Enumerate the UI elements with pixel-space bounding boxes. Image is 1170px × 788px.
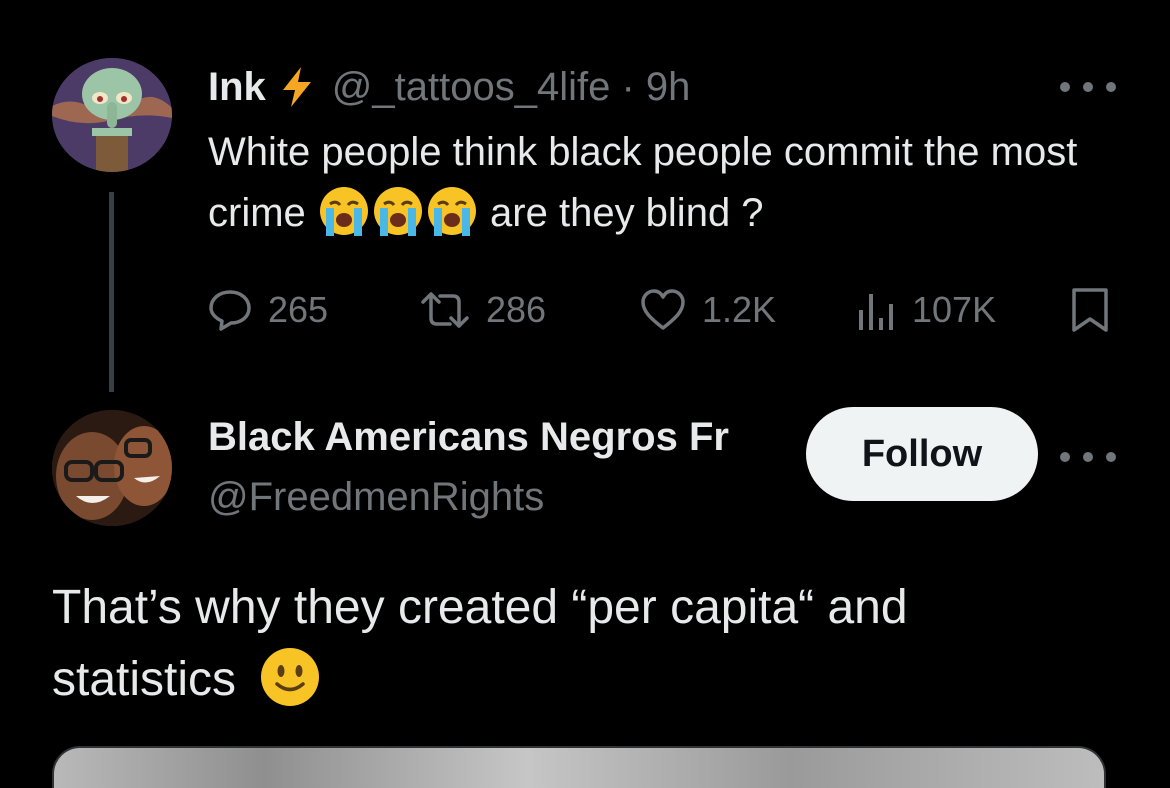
avatar[interactable] <box>52 410 172 526</box>
view-count: 107K <box>912 289 997 330</box>
more-options-icon[interactable] <box>1060 442 1116 472</box>
bookmark-icon <box>1072 288 1108 332</box>
screen: Ink @_tattoos_4life · 9h White people th… <box>0 0 1170 788</box>
loudly-crying-face-icon <box>427 187 476 237</box>
retweet-count: 286 <box>486 289 547 330</box>
media-attachment-preview[interactable] <box>52 746 1106 788</box>
tweet-text: White people think black people commit t… <box>208 122 1148 244</box>
follow-button[interactable]: Follow <box>806 407 1038 501</box>
reply-count: 265 <box>268 289 329 330</box>
author-name[interactable]: Ink <box>208 65 266 110</box>
reply-icon <box>209 290 251 331</box>
tweet-actions-bar: 265 286 1.2K 107K <box>208 280 1108 340</box>
reply-text: That’s why they created “per capita“ and… <box>52 572 1052 716</box>
retweet-button[interactable]: 286 <box>420 280 546 340</box>
reply-author-name[interactable]: Black Americans Negros Fr <box>208 412 788 462</box>
heart-icon <box>641 289 685 330</box>
profile-photo-image <box>52 410 172 526</box>
more-options-icon[interactable] <box>1060 72 1116 102</box>
bookmark-button[interactable] <box>1070 280 1110 340</box>
thread-connector-line <box>109 192 114 392</box>
loudly-crying-face-icon <box>319 187 368 237</box>
like-button[interactable]: 1.2K <box>640 280 776 340</box>
reply-text-body: That’s why they created “per capita“ and… <box>52 581 908 706</box>
retweet-icon <box>421 292 469 328</box>
avatar[interactable] <box>52 58 172 172</box>
tweet-header: Ink @_tattoos_4life · 9h <box>208 62 690 112</box>
handle-and-timestamp[interactable]: @_tattoos_4life · 9h <box>332 65 691 110</box>
lightning-bolt-icon <box>280 66 314 108</box>
reply-author-handle[interactable]: @FreedmenRights <box>208 472 544 522</box>
reply-button[interactable]: 265 <box>208 280 328 340</box>
squidward-avatar-image <box>52 58 172 172</box>
like-count: 1.2K <box>702 289 777 330</box>
slightly-smiling-face-icon <box>261 648 320 707</box>
loudly-crying-face-icon <box>373 187 422 237</box>
views-button[interactable]: 107K <box>856 280 996 340</box>
analytics-bar-icon <box>859 294 893 330</box>
tweet-text-part-2: are they blind ? <box>490 191 764 235</box>
